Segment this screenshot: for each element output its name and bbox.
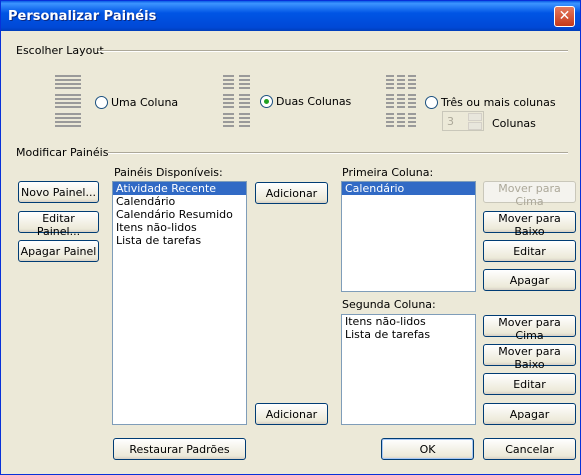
two-columns-radio[interactable] xyxy=(260,95,273,108)
two-columns-label[interactable]: Duas Colunas xyxy=(276,95,351,108)
add-to-second-column-button[interactable]: Adicionar xyxy=(255,403,328,425)
dialog-title: Personalizar Painéis xyxy=(8,9,157,24)
three-columns-layout-icon xyxy=(386,75,416,127)
one-column-label[interactable]: Uma Coluna xyxy=(111,96,178,109)
spin-down-button[interactable] xyxy=(468,122,482,130)
first-move-up-button[interactable]: Mover para Cima xyxy=(483,181,576,208)
restore-defaults-button[interactable]: Restaurar Padrões xyxy=(113,438,246,460)
first-column-label: Primeira Coluna: xyxy=(342,166,434,179)
list-item[interactable]: Lista de tarefas xyxy=(113,234,246,247)
edit-panel-button[interactable]: Editar Painel... xyxy=(18,211,99,238)
one-column-radio[interactable] xyxy=(95,96,108,109)
first-delete-button[interactable]: Apagar xyxy=(483,269,576,291)
first-edit-button[interactable]: Editar xyxy=(483,240,576,262)
list-item[interactable]: Lista de tarefas xyxy=(342,328,475,341)
first-move-down-button[interactable]: Mover para Baixo xyxy=(483,211,576,238)
title-bar[interactable]: Personalizar Painéis ✕ xyxy=(1,1,580,31)
new-panel-button[interactable]: Novo Painel... xyxy=(18,181,99,203)
layout-group-divider xyxy=(98,50,568,52)
panels-group-divider xyxy=(108,152,568,154)
delete-panel-button[interactable]: Apagar Painel xyxy=(18,240,99,262)
second-move-down-button[interactable]: Mover para Baixo xyxy=(483,344,576,371)
columns-count-value: 3 xyxy=(447,115,454,128)
second-move-up-button[interactable]: Mover para Cima xyxy=(483,315,576,342)
available-panels-list[interactable]: Atividade Recente Calendário Calendário … xyxy=(112,181,247,425)
columns-count-spinner[interactable]: 3 xyxy=(442,111,484,131)
second-delete-button[interactable]: Apagar xyxy=(483,403,576,425)
list-item[interactable]: Itens não-lidos xyxy=(342,315,475,328)
list-item[interactable]: Calendário xyxy=(113,195,246,208)
layout-group-label: Escolher Layout xyxy=(16,44,104,57)
close-button[interactable]: ✕ xyxy=(554,6,575,27)
two-columns-layout-icon xyxy=(223,75,250,127)
list-item[interactable]: Itens não-lidos xyxy=(113,221,246,234)
three-columns-radio[interactable] xyxy=(425,96,438,109)
columns-label: Colunas xyxy=(492,117,536,130)
panels-group-label: Modificar Painéis xyxy=(16,146,109,159)
available-panels-label: Painéis Disponíveis: xyxy=(114,166,223,179)
one-column-layout-icon xyxy=(55,75,81,127)
second-column-list[interactable]: Itens não-lidos Lista de tarefas xyxy=(341,314,476,425)
cancel-button[interactable]: Cancelar xyxy=(483,438,576,460)
three-columns-label[interactable]: Três ou mais colunas xyxy=(441,96,556,109)
close-icon: ✕ xyxy=(558,8,571,24)
second-column-label: Segunda Coluna: xyxy=(342,298,436,311)
first-column-list[interactable]: Calendário xyxy=(341,181,476,292)
second-edit-button[interactable]: Editar xyxy=(483,373,576,395)
customize-panels-dialog: Personalizar Painéis ✕ Escolher Layout U… xyxy=(0,0,581,475)
ok-button[interactable]: OK xyxy=(381,438,474,460)
spin-up-button[interactable] xyxy=(468,113,482,121)
list-item[interactable]: Atividade Recente xyxy=(113,182,246,195)
add-to-first-column-button[interactable]: Adicionar xyxy=(255,182,328,204)
list-item[interactable]: Calendário Resumido xyxy=(113,208,246,221)
list-item[interactable]: Calendário xyxy=(342,182,475,195)
